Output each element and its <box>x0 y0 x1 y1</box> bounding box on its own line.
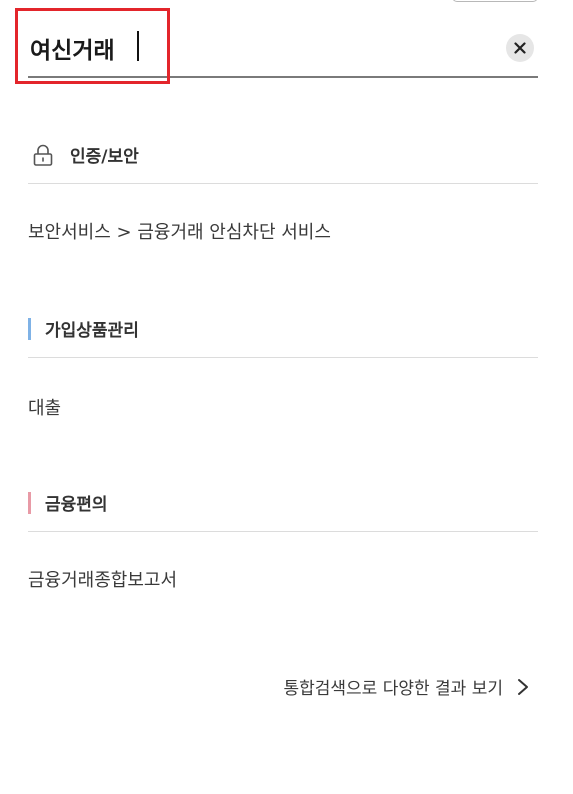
section-title: 가입상품관리 <box>45 321 139 341</box>
section-header-product-management: 가입상품관리 <box>28 300 538 358</box>
lock-icon <box>33 144 53 166</box>
result-item[interactable]: 대출 <box>28 394 61 420</box>
highlight-annotation <box>15 8 170 84</box>
result-item[interactable]: 보안서비스 > 금융거래 안심차단 서비스 <box>28 218 331 244</box>
integrated-search-link[interactable]: 통합검색으로 다양한 결과 보기 <box>283 674 529 699</box>
result-item[interactable]: 금융거래종합보고서 <box>28 566 177 592</box>
section-accent-bar <box>28 317 31 340</box>
clear-search-button[interactable] <box>506 34 534 62</box>
top-partial-button[interactable] <box>452 0 538 2</box>
section-accent-bar <box>28 491 31 514</box>
integrated-search-label: 통합검색으로 다양한 결과 보기 <box>283 679 503 699</box>
section-header-security: 인증/보안 <box>28 126 538 184</box>
section-header-financial-convenience: 금융편의 <box>28 474 538 532</box>
close-icon <box>514 42 526 54</box>
section-title: 금융편의 <box>45 495 108 515</box>
section-title: 인증/보안 <box>70 147 139 167</box>
chevron-right-icon <box>518 678 528 695</box>
